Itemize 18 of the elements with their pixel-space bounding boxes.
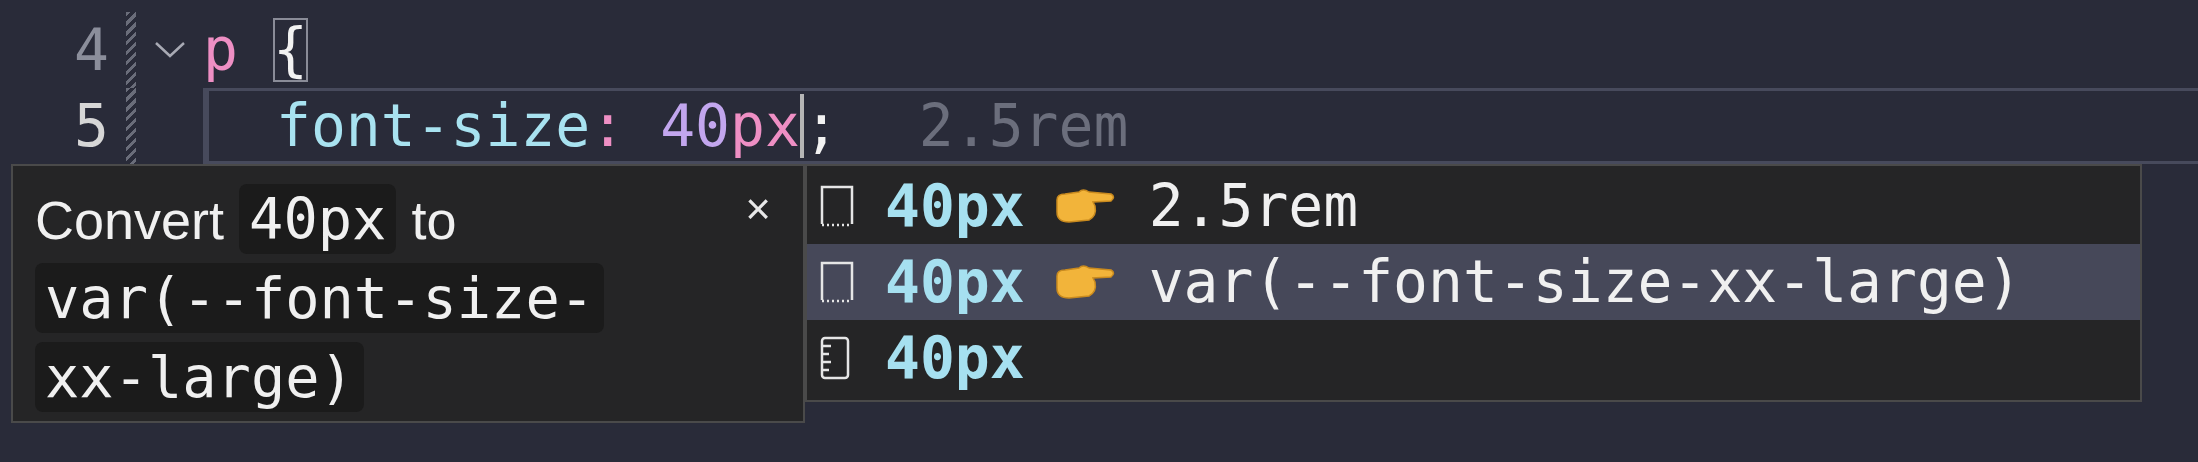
inline-hint: 2.5rem	[918, 94, 1129, 158]
code-token: ;	[803, 94, 839, 158]
close-button[interactable]: ×	[733, 184, 783, 234]
suggestion-item[interactable]: 40px	[807, 320, 2140, 396]
unit-icon	[819, 184, 855, 228]
code-token: px	[730, 94, 800, 158]
ruler-icon	[819, 336, 851, 380]
line-number: 5	[73, 97, 109, 155]
code-token: p	[203, 18, 238, 82]
chevron-down-icon[interactable]	[153, 41, 186, 59]
code-token: :	[590, 94, 626, 158]
suggestion-item[interactable]: 40px 2.5rem	[807, 168, 2140, 244]
code-token: font-size	[276, 94, 591, 158]
line-number: 4	[73, 21, 109, 79]
unit-icon	[819, 260, 855, 304]
suggestion-item[interactable]: 40px var(--font-size-xx-large)	[807, 244, 2140, 320]
code-token: 40	[660, 94, 731, 158]
code-token: {	[272, 18, 308, 82]
